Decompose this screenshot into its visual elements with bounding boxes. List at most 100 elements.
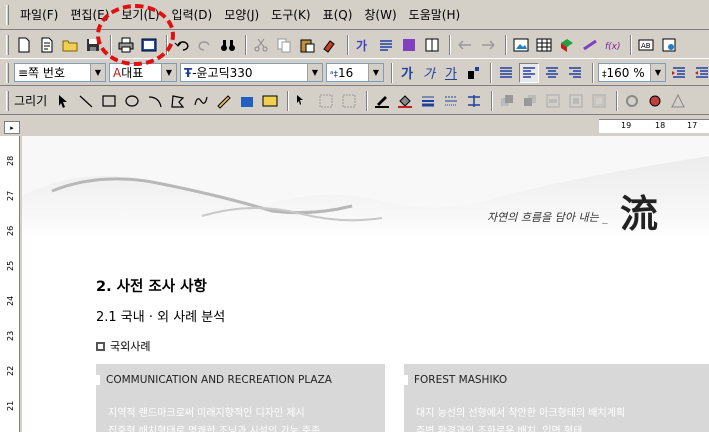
align-right-icon[interactable] (565, 63, 585, 83)
align-left-icon[interactable] (519, 62, 539, 83)
toolbar-grip[interactable] (6, 4, 9, 25)
ellipse-tool-icon[interactable] (122, 91, 142, 111)
ruler-number: 21 (6, 400, 15, 411)
text-art-icon[interactable] (237, 91, 257, 111)
line-thickness-icon[interactable] (418, 91, 438, 111)
toolbar-grip[interactable] (6, 62, 9, 83)
send-backward-icon[interactable] (520, 91, 540, 111)
freehand-tool-icon[interactable] (214, 91, 234, 111)
superscript-icon[interactable] (463, 63, 483, 83)
document-page[interactable]: 자연의 흐름을 담아 내는 _ 流 2. 사전 조사 사항 2.1 국내 · 외… (22, 136, 709, 432)
track-right-icon[interactable] (478, 35, 498, 55)
ruler-scale: 19 18 17 (599, 119, 709, 133)
underline-button[interactable]: 가 (441, 63, 461, 83)
menu-tools[interactable]: 도구(K) (265, 4, 316, 25)
menu-input[interactable]: 입력(D) (166, 4, 219, 25)
track-left-icon[interactable] (455, 35, 475, 55)
insert-picture-icon[interactable] (511, 35, 531, 55)
style-icon[interactable]: 가 (353, 35, 373, 55)
polygon-tool-icon[interactable] (168, 91, 188, 111)
line-spacing-select[interactable]: ‡160 % ▼ (598, 63, 666, 82)
font-select[interactable]: Ŧ-윤고딕330 ▼ (180, 63, 323, 82)
paragraph-shape-icon[interactable] (376, 35, 396, 55)
insert-image-icon[interactable] (260, 91, 280, 111)
font-size-select[interactable]: ᵃ‡16 ▼ (326, 63, 384, 82)
distribute-icon[interactable] (566, 91, 586, 111)
curve-tool-icon[interactable] (191, 91, 211, 111)
align-justify-icon[interactable] (496, 63, 516, 83)
section-title: 2. 사전 조사 사항 (96, 279, 207, 295)
fill-color-icon[interactable] (395, 91, 415, 111)
line-color-icon[interactable] (372, 91, 392, 111)
warning-triangle-icon[interactable] (668, 91, 688, 111)
find-binoculars-icon[interactable] (218, 35, 238, 55)
insert-chart-icon[interactable] (557, 35, 577, 55)
chevron-down-icon[interactable]: ▼ (368, 64, 383, 81)
insert-equation-icon[interactable]: f(x) (603, 35, 623, 55)
multi-select-icon[interactable] (293, 91, 313, 111)
italic-button[interactable]: 가 (419, 63, 439, 83)
menu-format[interactable]: 모양(J) (218, 4, 265, 25)
font-size-label: 16 (338, 65, 354, 80)
chevron-down-icon[interactable]: ▼ (90, 64, 105, 81)
cut-scissors-icon[interactable] (251, 35, 271, 55)
arc-tool-icon[interactable] (145, 91, 165, 111)
decrease-indent-icon[interactable] (669, 63, 689, 83)
chevron-down-icon[interactable]: ▼ (650, 64, 665, 81)
copy-icon[interactable] (274, 35, 294, 55)
paste-clipboard-icon[interactable] (297, 35, 317, 55)
columns-icon[interactable] (422, 35, 442, 55)
language-select[interactable]: A대표 ▼ (109, 63, 177, 82)
rotate-icon[interactable] (622, 91, 642, 111)
format-paint-icon[interactable] (320, 35, 340, 55)
new-document-icon[interactable] (14, 35, 34, 55)
insert-symbol-icon[interactable] (580, 35, 600, 55)
draw-menu-button[interactable]: 그리기 (14, 92, 47, 109)
insert-object-icon[interactable] (659, 35, 679, 55)
rotate-free-icon[interactable] (645, 91, 665, 111)
align-objects-icon[interactable] (543, 91, 563, 111)
font-size-icon: ᵃ‡ (330, 69, 339, 80)
case-line: 주변 환경과의 조화로운 배치, 입면 형태 (416, 426, 583, 432)
new-page-icon[interactable] (37, 35, 57, 55)
increase-indent-icon[interactable] (692, 63, 709, 83)
char-shape-icon[interactable] (399, 35, 419, 55)
line-style-icon[interactable] (441, 91, 461, 111)
arrow-style-icon[interactable] (464, 91, 484, 111)
select-arrow-icon[interactable] (53, 91, 73, 111)
toolbar-grip[interactable] (6, 90, 9, 111)
rectangle-tool-icon[interactable] (99, 91, 119, 111)
line-tool-icon[interactable] (76, 91, 96, 111)
ruler-corner-button[interactable]: ▸ (4, 121, 20, 134)
style-select[interactable]: ≡쪽 번호 ▼ (14, 63, 106, 82)
menu-window[interactable]: 창(W) (358, 4, 402, 25)
redo-icon[interactable] (195, 35, 215, 55)
open-folder-icon[interactable] (60, 35, 80, 55)
ungroup-icon[interactable] (339, 91, 359, 111)
chevron-down-icon[interactable]: ▼ (161, 64, 176, 81)
square-bullet-icon (96, 341, 105, 351)
separator (449, 34, 451, 55)
menu-help[interactable]: 도움말(H) (403, 4, 467, 25)
ruler-number: 22 (6, 365, 15, 376)
card-marker (404, 375, 408, 385)
menu-file[interactable]: 파일(F) (14, 4, 64, 25)
undo-icon[interactable] (172, 35, 192, 55)
ruler-number: 24 (6, 295, 15, 306)
toolbar-grip[interactable] (6, 34, 9, 55)
mountain-ink-illustration (22, 136, 709, 222)
vertical-ruler[interactable]: 28 27 26 25 24 23 22 21 (0, 136, 20, 432)
menu-table[interactable]: 표(Q) (317, 4, 359, 25)
case-line: 지역적 랜드마크로써 미래지향적인 디자인 제시 (108, 408, 305, 419)
font-label: -윤고딕330 (192, 66, 253, 80)
group-icon[interactable] (316, 91, 336, 111)
flip-icon[interactable] (589, 91, 609, 111)
svg-text:f(x): f(x) (605, 42, 621, 52)
insert-table-icon[interactable] (534, 35, 554, 55)
chevron-down-icon[interactable]: ▼ (307, 64, 322, 81)
insert-textbox-icon[interactable]: AB (636, 35, 656, 55)
bold-button[interactable]: 가 (397, 63, 417, 83)
bring-forward-icon[interactable] (497, 91, 517, 111)
horizontal-ruler[interactable]: 19 18 17 (22, 117, 709, 134)
align-center-icon[interactable] (542, 63, 562, 83)
